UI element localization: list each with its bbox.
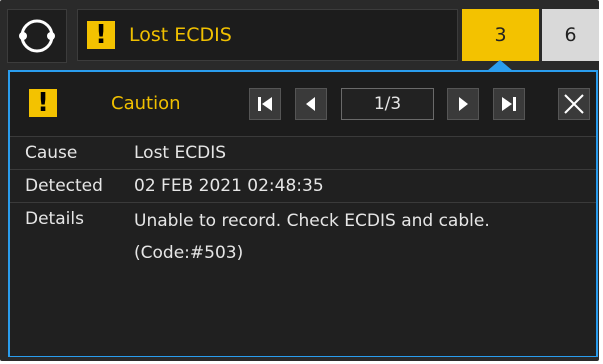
status-ring-icon	[19, 19, 55, 53]
alert-title: Lost ECDIS	[129, 24, 232, 46]
close-button[interactable]	[558, 88, 590, 120]
last-page-button[interactable]	[493, 88, 525, 120]
active-alert-bar[interactable]: ! Lost ECDIS	[77, 9, 458, 61]
other-count: 6	[564, 24, 577, 46]
other-count-button[interactable]: 6	[542, 9, 599, 61]
page-indicator-text: 1/3	[373, 94, 402, 114]
last-page-icon	[502, 97, 516, 111]
next-page-button[interactable]	[447, 88, 479, 120]
prev-page-button[interactable]	[295, 88, 327, 120]
row-value: Lost ECDIS	[134, 143, 227, 163]
caution-count-button[interactable]: 3	[462, 9, 539, 61]
warning-icon: !	[87, 20, 115, 50]
severity-label: Caution	[111, 93, 181, 114]
next-page-icon	[459, 97, 468, 111]
caution-count: 3	[494, 24, 507, 46]
row-value: 02 FEB 2021 02:48:35	[134, 176, 324, 196]
warning-icon: !	[29, 88, 57, 118]
panel-header: ! Caution 1/3	[10, 72, 596, 136]
page-indicator: 1/3	[341, 88, 434, 120]
first-page-button[interactable]	[249, 88, 281, 120]
alert-window: ! Lost ECDIS 3 6 ! Caution 1/3 Cause Los…	[0, 0, 599, 361]
row-key: Cause	[25, 143, 78, 163]
row-key: Details	[25, 209, 84, 229]
status-ring-button[interactable]	[7, 9, 67, 63]
close-icon	[564, 94, 584, 114]
row-value: Unable to record. Check ECDIS and cable.…	[134, 211, 490, 263]
detail-row-cause: Cause Lost ECDIS	[10, 136, 596, 170]
prev-page-icon	[306, 97, 315, 111]
row-key: Detected	[25, 176, 103, 196]
first-page-icon	[258, 97, 272, 111]
detail-row-details: Details Unable to record. Check ECDIS an…	[10, 202, 596, 356]
alert-detail-panel: ! Caution 1/3 Cause Lost ECDIS Detected …	[8, 70, 598, 357]
detail-row-detected: Detected 02 FEB 2021 02:48:35	[10, 169, 596, 203]
